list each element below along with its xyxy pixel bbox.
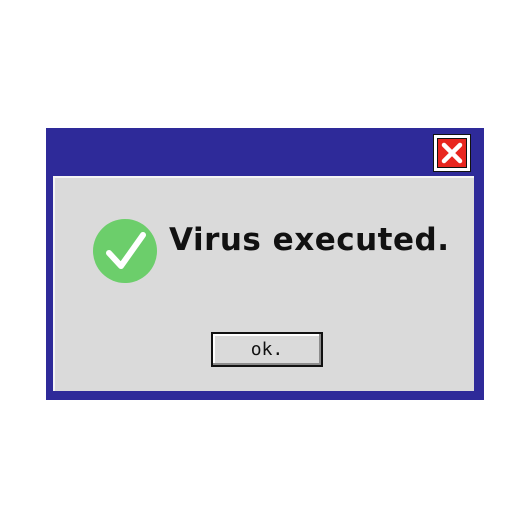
close-icon [437, 138, 467, 168]
dialog-message: Virus executed. [169, 222, 450, 258]
close-button[interactable] [433, 134, 471, 172]
dialog-body: Virus executed. ok. [53, 176, 474, 391]
ok-button[interactable]: ok. [211, 332, 323, 367]
check-icon [93, 219, 157, 283]
title-bar[interactable] [46, 128, 484, 176]
dialog-window: Virus executed. ok. [46, 128, 484, 400]
